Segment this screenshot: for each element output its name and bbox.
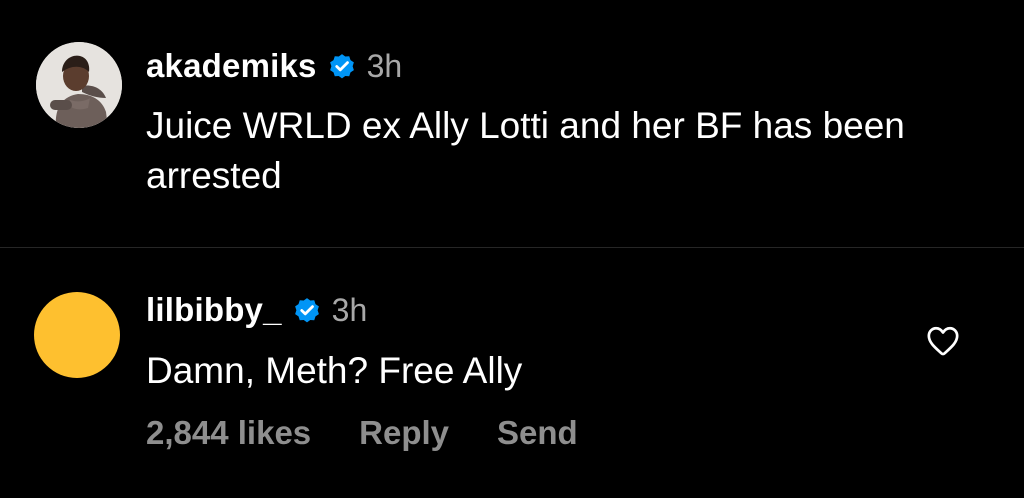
heart-outline-icon[interactable] (926, 325, 960, 357)
timestamp: 3h (366, 47, 403, 84)
post-caption: akademiks 3h Juice WRLD ex Ally Lotti an… (0, 0, 1024, 248)
username-link[interactable]: lilbibby_ (146, 291, 282, 329)
avatar[interactable] (36, 42, 122, 128)
avatar[interactable] (34, 292, 120, 378)
verified-badge-icon (292, 295, 322, 325)
username-link[interactable]: akademiks (146, 47, 317, 85)
caption-text: Juice WRLD ex Ally Lotti and her BF has … (146, 105, 905, 196)
timestamp: 3h (331, 291, 368, 328)
comment-header: lilbibby_ 3h (146, 288, 367, 332)
comments-screen: akademiks 3h Juice WRLD ex Ally Lotti an… (0, 0, 1024, 498)
reply-button[interactable]: Reply (359, 414, 449, 452)
caption-header: akademiks 3h (146, 44, 402, 88)
send-button[interactable]: Send (497, 414, 578, 452)
verified-badge-icon (327, 51, 357, 81)
likes-count[interactable]: 2,844 likes (146, 414, 311, 452)
comment-actions: 2,844 likes Reply Send (146, 414, 626, 452)
profile-photo (36, 42, 122, 128)
divider (0, 247, 1024, 248)
comment-text: Damn, Meth? Free Ally (146, 350, 523, 391)
